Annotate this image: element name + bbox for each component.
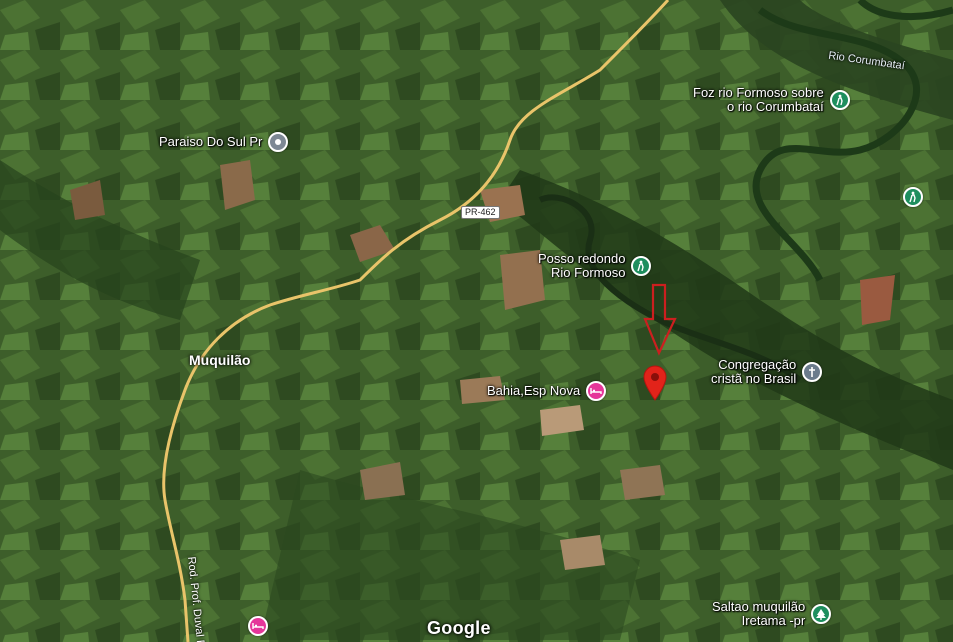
red-arrow-annotation [643, 283, 677, 356]
poi-label-line: o rio Corumbataí [726, 99, 824, 114]
poi-hiking-east[interactable] [903, 187, 923, 207]
poi-paraiso-do-sul[interactable]: Paraiso Do Sul Pr [159, 132, 289, 152]
poi-congregacao[interactable]: Congregação cristã no Brasil [711, 358, 823, 386]
poi-bahia-esp-nova[interactable]: Bahia,Esp Nova [487, 381, 607, 401]
poi-label-line: cristã no Brasil [711, 371, 797, 386]
poi-label: Foz rio Formoso sobre o rio Corumbataí [693, 86, 824, 114]
poi-label-line: Congregação [718, 357, 797, 372]
road-shield-pr-462: PR-462 [461, 206, 500, 219]
poi-label-line: Rio Formoso [551, 265, 626, 280]
poi-label-line: Foz rio Formoso sobre [693, 85, 824, 100]
location-marker-icon[interactable] [643, 365, 667, 401]
poi-label: Saltao muquilão Iretama -pr [712, 600, 805, 628]
poi-label: Congregação cristã no Brasil [711, 358, 796, 386]
hiking-icon[interactable] [829, 90, 850, 110]
hiking-icon[interactable] [903, 187, 923, 207]
hotel-bed-icon[interactable] [586, 381, 607, 401]
hiking-icon[interactable] [631, 256, 652, 276]
poi-label-line: Posso redondo [538, 251, 626, 266]
poi-label-line: Iretama -pr [741, 613, 806, 628]
poi-posso-redondo[interactable]: Posso redondo Rio Formoso [538, 252, 652, 280]
poi-label: Posso redondo Rio Formoso [538, 252, 625, 280]
park-tree-icon[interactable] [811, 604, 832, 624]
church-cross-icon[interactable] [802, 362, 823, 382]
satellite-map[interactable]: Paraiso Do Sul Pr Foz rio Formoso sobre … [0, 0, 953, 642]
poi-label-line: Saltao muquilão [712, 599, 806, 614]
poi-bottom-pink[interactable] [248, 616, 268, 636]
town-label-muquilao: Muquilão [189, 352, 251, 368]
poi-label: Bahia,Esp Nova [487, 383, 581, 398]
hotel-bed-icon[interactable] [248, 616, 268, 636]
place-dot-icon[interactable] [268, 132, 289, 152]
poi-foz-rio-formoso[interactable]: Foz rio Formoso sobre o rio Corumbataí [693, 86, 850, 114]
poi-label: Paraiso Do Sul Pr [159, 134, 263, 149]
google-attribution-logo: Google [427, 618, 491, 638]
poi-saltao-muquilao[interactable]: Saltao muquilão Iretama -pr [712, 600, 832, 628]
